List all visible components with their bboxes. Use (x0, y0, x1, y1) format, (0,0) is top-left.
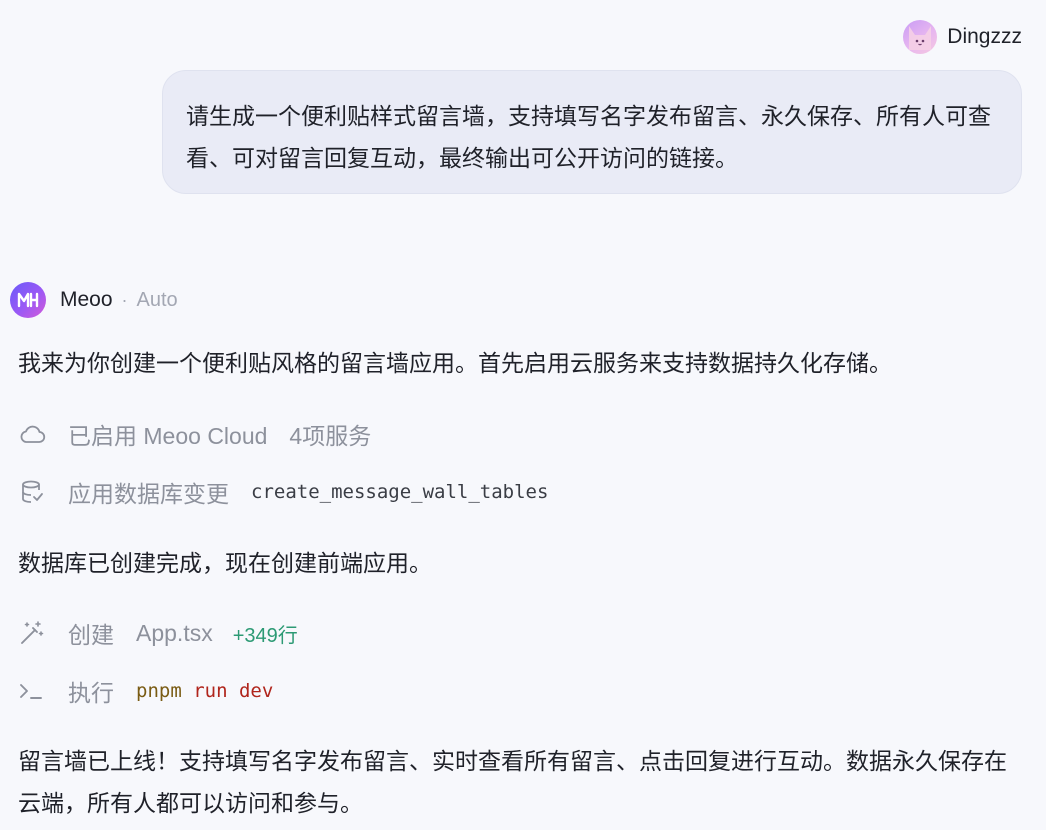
meoo-logo-icon (17, 292, 39, 308)
assistant-name: Meoo (60, 288, 113, 311)
step-run-command[interactable]: 执行 pnpm run dev (18, 671, 273, 711)
user-name: Dingzzz (947, 25, 1022, 48)
database-icon (18, 478, 46, 506)
user-message-bubble: 请生成一个便利贴样式留言墙，支持填写名字发布留言、永久保存、所有人可查看、可对留… (162, 70, 1022, 194)
step-enable-cloud[interactable]: 已启用 Meoo Cloud 4项服务 (18, 414, 371, 454)
step-label: 应用数据库变更 (68, 481, 229, 507)
lines-added-badge: +349行 (232, 624, 298, 647)
command-binary: pnpm (136, 680, 182, 702)
header-separator: · (121, 289, 128, 310)
command-text: pnpm run dev (136, 680, 273, 702)
chat-page: Dingzzz 请生成一个便利贴样式留言墙，支持填写名字发布留言、永久保存、所有… (0, 0, 1046, 830)
assistant-avatar (10, 282, 46, 318)
migration-name: create_message_wall_tables (251, 481, 549, 503)
assistant-middle-text: 数据库已创建完成，现在创建前端应用。 (18, 550, 432, 576)
magic-wand-icon (18, 619, 46, 647)
user-message-header: Dingzzz (903, 20, 1022, 54)
step-database-change[interactable]: 应用数据库变更 create_message_wall_tables (18, 472, 548, 512)
assistant-intro-text: 我来为你创建一个便利贴风格的留言墙应用。首先启用云服务来支持数据持久化存储。 (18, 350, 892, 376)
assistant-message-header: Meoo · Auto (10, 282, 178, 318)
cat-face-icon (909, 26, 932, 50)
terminal-icon (18, 677, 46, 705)
command-args: run dev (193, 680, 274, 702)
step-label: 执行 (68, 680, 114, 706)
file-name: App.tsx (136, 619, 213, 646)
step-detail: 4项服务 (289, 423, 372, 449)
step-create-file[interactable]: 创建 App.tsx +349行 (18, 613, 298, 653)
cloud-icon (18, 420, 46, 448)
assistant-outro-text: 留言墙已上线！支持填写名字发布留言、实时查看所有留言、点击回复进行互动。数据永久… (18, 748, 1007, 816)
user-avatar[interactable] (903, 20, 938, 54)
step-label: 创建 (68, 622, 114, 648)
assistant-mode: Auto (136, 288, 178, 311)
step-label: 已启用 Meoo Cloud (68, 423, 268, 449)
